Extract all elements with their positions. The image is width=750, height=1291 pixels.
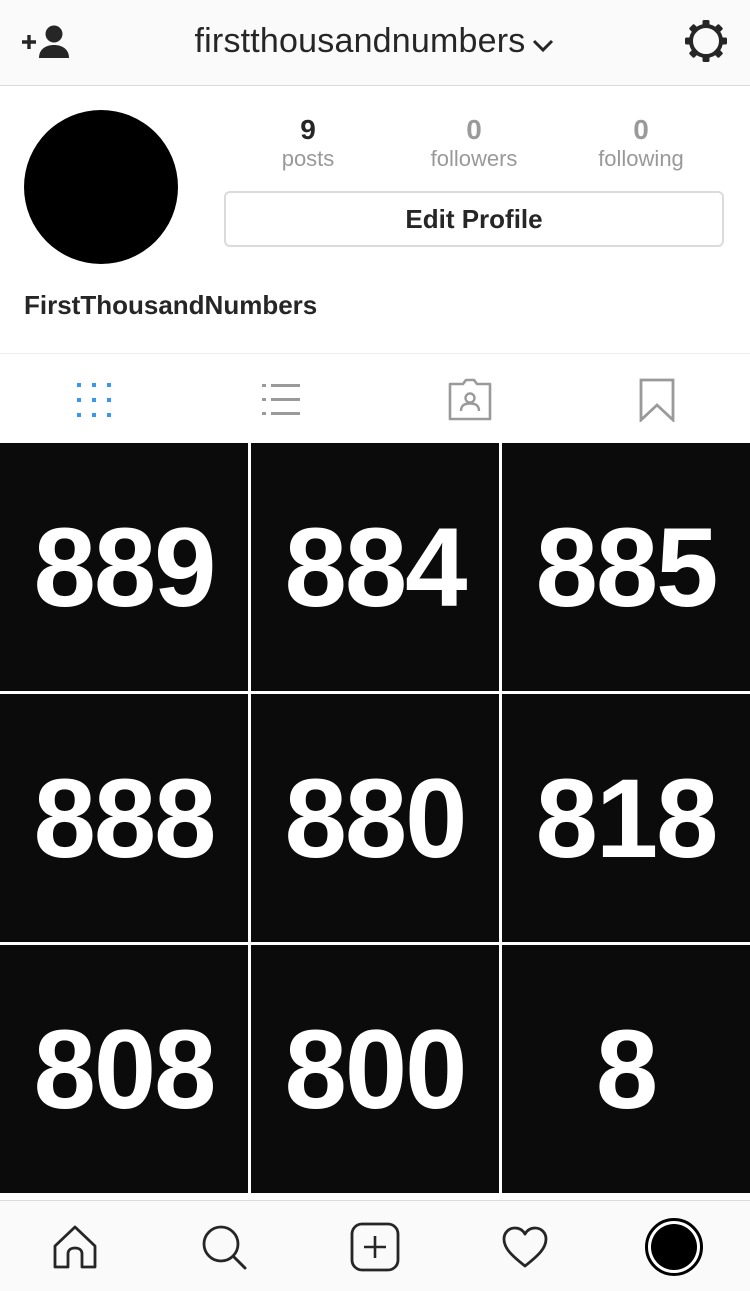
top-header: firstthousandnumbers <box>0 0 750 86</box>
post-tile[interactable]: 808 <box>0 945 248 1193</box>
following-count-value: 0 <box>633 114 649 145</box>
posts-count-label: posts <box>281 146 335 171</box>
following-count[interactable]: 0 following <box>561 114 721 172</box>
bottom-nav-bar <box>0 1200 750 1291</box>
profile-avatar[interactable] <box>24 110 178 264</box>
username-title[interactable]: firstthousandnumbers <box>0 22 750 63</box>
profile-view-tabs <box>0 353 750 443</box>
followers-count[interactable]: 0 followers <box>394 114 554 172</box>
chevron-down-icon <box>531 24 555 63</box>
search-icon <box>202 1225 247 1270</box>
followers-count-label: followers <box>430 146 518 171</box>
tab-grid-view[interactable] <box>64 378 124 422</box>
post-tile[interactable]: 880 <box>251 694 499 942</box>
post-tile[interactable]: 889 <box>0 443 248 691</box>
followers-count-value: 0 <box>466 114 482 145</box>
settings-gear-icon[interactable] <box>683 18 729 64</box>
nav-home[interactable] <box>49 1221 101 1273</box>
list-icon <box>262 384 300 415</box>
nav-profile[interactable] <box>645 1218 703 1276</box>
nav-new-post[interactable] <box>349 1221 401 1273</box>
nav-search[interactable] <box>198 1221 250 1273</box>
add-post-icon <box>350 1222 400 1272</box>
bookmark-icon <box>639 378 675 422</box>
post-tile[interactable]: 800 <box>251 945 499 1193</box>
heart-icon <box>502 1226 548 1268</box>
avatar-image <box>651 1224 697 1270</box>
following-count-label: following <box>598 146 684 171</box>
tab-tagged[interactable] <box>440 378 500 422</box>
tab-list-view[interactable] <box>251 378 311 422</box>
profile-header: 9 posts 0 followers 0 following Edit Pro… <box>0 86 750 354</box>
display-name: FirstThousandNumbers <box>24 290 318 320</box>
home-icon <box>53 1225 97 1269</box>
tagged-photos-icon <box>448 378 492 421</box>
edit-profile-button[interactable]: Edit Profile <box>224 191 724 247</box>
username-text: firstthousandnumbers <box>194 22 526 60</box>
nav-activity[interactable] <box>499 1221 551 1273</box>
post-tile[interactable]: 884 <box>251 443 499 691</box>
posts-count[interactable]: 9 posts <box>228 114 388 172</box>
tab-saved[interactable] <box>627 378 687 422</box>
post-tile[interactable]: 8 <box>502 945 750 1193</box>
posts-count-value: 9 <box>300 114 316 145</box>
avatar <box>645 1218 703 1276</box>
posts-grid: 889 884 885 888 880 818 808 800 8 <box>0 443 750 1196</box>
post-tile[interactable]: 818 <box>502 694 750 942</box>
instagram-profile-screen: firstthousandnumbers 9 posts 0 followers… <box>0 0 750 1291</box>
post-tile[interactable]: 888 <box>0 694 248 942</box>
post-tile[interactable]: 885 <box>502 443 750 691</box>
grid-icon <box>77 383 111 417</box>
